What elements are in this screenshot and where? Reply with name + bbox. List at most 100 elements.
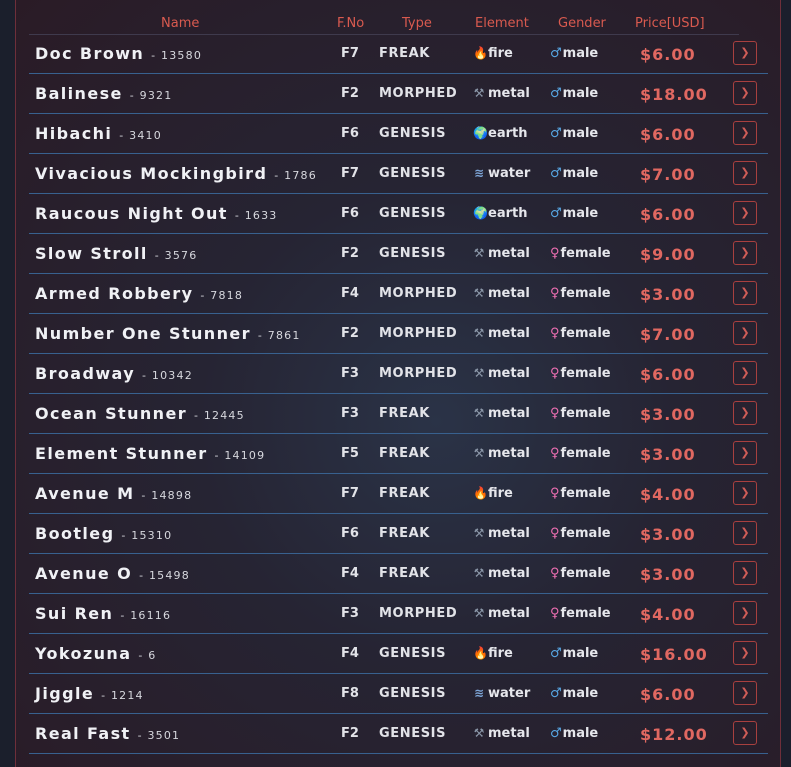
gender-value: male — [562, 126, 599, 141]
header-type[interactable]: Type — [402, 16, 432, 31]
chevron-right-icon: ❯ — [740, 166, 750, 179]
item-title[interactable]: Real Fast — [35, 724, 131, 743]
item-name[interactable]: Broadway - 10342 — [35, 364, 193, 383]
gender-cell: ♀female — [550, 286, 611, 301]
table-row[interactable]: Jiggle - 1214 F8 GENESIS ≋ water ♂male $6… — [29, 674, 768, 714]
item-name[interactable]: Raucous Night Out - 1633 — [35, 204, 278, 223]
type-value: FREAK — [379, 526, 430, 541]
table-row[interactable]: Bootleg - 15310 F6 FREAK ⚒ metal ♀female … — [29, 514, 768, 554]
item-title[interactable]: Hibachi — [35, 124, 112, 143]
item-title[interactable]: Ocean Stunner — [35, 404, 187, 423]
item-name[interactable]: Yokozuna - 6 — [35, 644, 156, 663]
item-title[interactable]: Slow Stroll — [35, 244, 148, 263]
item-name[interactable]: Element Stunner - 14109 — [35, 444, 265, 463]
table-row[interactable]: Yokozuna - 6 F4 GENESIS 🔥fire ♂male $16.… — [29, 634, 768, 674]
header-name[interactable]: Name — [161, 16, 199, 31]
item-title[interactable]: Yokozuna — [35, 644, 131, 663]
item-title[interactable]: Jiggle — [35, 684, 94, 703]
view-details-button[interactable]: ❯ — [733, 161, 757, 185]
item-title[interactable]: Raucous Night Out — [35, 204, 228, 223]
view-details-button[interactable]: ❯ — [733, 561, 757, 585]
element-value: metal — [488, 526, 530, 541]
item-name[interactable]: Doc Brown - 13580 — [35, 44, 202, 63]
view-details-button[interactable]: ❯ — [733, 401, 757, 425]
table-row[interactable]: Balinese - 9321 F2 MORPHED ⚒ metal ♂male … — [29, 74, 768, 114]
item-name[interactable]: Bootleg - 15310 — [35, 524, 172, 543]
view-details-button[interactable]: ❯ — [733, 601, 757, 625]
item-title[interactable]: Broadway — [35, 364, 135, 383]
item-title[interactable]: Bootleg — [35, 524, 114, 543]
item-title[interactable]: Balinese — [35, 84, 123, 103]
view-details-button[interactable]: ❯ — [733, 641, 757, 665]
table-row[interactable]: Slow Stroll - 3576 F2 GENESIS ⚒ metal ♀fe… — [29, 234, 768, 274]
item-title[interactable]: Element Stunner — [35, 444, 207, 463]
table-row[interactable]: Number One Stunner - 7861 F2 MORPHED ⚒ me… — [29, 314, 768, 354]
view-details-button[interactable]: ❯ — [733, 521, 757, 545]
item-title[interactable]: Avenue O — [35, 564, 132, 583]
table-row[interactable]: Vivacious Mockingbird - 1786 F7 GENESIS … — [29, 154, 768, 194]
item-name[interactable]: Vivacious Mockingbird - 1786 — [35, 164, 317, 183]
view-details-button[interactable]: ❯ — [733, 241, 757, 265]
view-details-button[interactable]: ❯ — [733, 121, 757, 145]
item-name[interactable]: Hibachi - 3410 — [35, 124, 162, 143]
female-symbol-icon: ♀ — [550, 366, 560, 381]
fno-value: F6 — [341, 206, 359, 221]
item-name[interactable]: Ocean Stunner - 12445 — [35, 404, 245, 423]
element-cell: ⚒ metal — [473, 526, 530, 541]
item-title[interactable]: Number One Stunner — [35, 324, 251, 343]
table-row[interactable]: Avenue M - 14898 F7 FREAK 🔥fire ♀female … — [29, 474, 768, 514]
view-details-button[interactable]: ❯ — [733, 481, 757, 505]
table-row[interactable]: Avenue O - 15498 F4 FREAK ⚒ metal ♀female… — [29, 554, 768, 594]
view-details-button[interactable]: ❯ — [733, 721, 757, 745]
table-row[interactable]: Sui Ren - 16116 F3 MORPHED ⚒ metal ♀femal… — [29, 594, 768, 634]
fno-value: F2 — [341, 86, 359, 101]
item-name[interactable]: Balinese - 9321 — [35, 84, 172, 103]
item-title[interactable]: Doc Brown — [35, 44, 144, 63]
item-number: - 10342 — [142, 369, 193, 382]
view-details-button[interactable]: ❯ — [733, 441, 757, 465]
item-name[interactable]: Armed Robbery - 7818 — [35, 284, 243, 303]
header-gender[interactable]: Gender — [558, 16, 606, 31]
table-row[interactable]: Real Fast - 3501 F2 GENESIS ⚒ metal ♂male… — [29, 714, 768, 754]
table-row[interactable]: Broadway - 10342 F3 MORPHED ⚒ metal ♀fema… — [29, 354, 768, 394]
element-cell: ≋ water — [473, 166, 530, 181]
fno-value: F6 — [341, 126, 359, 141]
type-value: MORPHED — [379, 86, 458, 101]
table-row[interactable]: Element Stunner - 14109 F5 FREAK ⚒ metal … — [29, 434, 768, 474]
item-name[interactable]: Avenue M - 14898 — [35, 484, 192, 503]
gender-value: female — [560, 406, 611, 421]
header-element[interactable]: Element — [475, 16, 529, 31]
table-row[interactable]: Ocean Stunner - 12445 F3 FREAK ⚒ metal ♀f… — [29, 394, 768, 434]
female-symbol-icon: ♀ — [550, 246, 560, 261]
item-title[interactable]: Sui Ren — [35, 604, 113, 623]
view-details-button[interactable]: ❯ — [733, 321, 757, 345]
item-title[interactable]: Vivacious Mockingbird — [35, 164, 267, 183]
header-fno[interactable]: F.No — [337, 16, 364, 31]
item-title[interactable]: Avenue M — [35, 484, 134, 503]
gender-cell: ♂male — [550, 86, 598, 101]
header-price[interactable]: Price[USD] — [635, 16, 705, 31]
fno-value: F4 — [341, 286, 359, 301]
item-name[interactable]: Number One Stunner - 7861 — [35, 324, 301, 343]
table-row[interactable]: Armed Robbery - 7818 F4 MORPHED ⚒ metal ♀… — [29, 274, 768, 314]
view-details-button[interactable]: ❯ — [733, 41, 757, 65]
price-value: $16.00 — [640, 645, 708, 664]
view-details-button[interactable]: ❯ — [733, 361, 757, 385]
table-row[interactable]: Hibachi - 3410 F6 GENESIS 🌍earth ♂male $… — [29, 114, 768, 154]
item-name[interactable]: Sui Ren - 16116 — [35, 604, 171, 623]
item-name[interactable]: Real Fast - 3501 — [35, 724, 180, 743]
view-details-button[interactable]: ❯ — [733, 681, 757, 705]
listing-panel: Name F.No Type Element Gender Price[USD]… — [15, 0, 781, 767]
price-value: $3.00 — [640, 285, 696, 304]
element-value: metal — [488, 366, 530, 381]
table-row[interactable]: Doc Brown - 13580 F7 FREAK 🔥fire ♂male $… — [29, 34, 768, 74]
table-row[interactable]: Raucous Night Out - 1633 F6 GENESIS 🌍ear… — [29, 194, 768, 234]
item-title[interactable]: Armed Robbery — [35, 284, 193, 303]
view-details-button[interactable]: ❯ — [733, 201, 757, 225]
item-name[interactable]: Avenue O - 15498 — [35, 564, 190, 583]
gender-cell: ♀female — [550, 326, 611, 341]
view-details-button[interactable]: ❯ — [733, 281, 757, 305]
view-details-button[interactable]: ❯ — [733, 81, 757, 105]
item-name[interactable]: Slow Stroll - 3576 — [35, 244, 197, 263]
item-name[interactable]: Jiggle - 1214 — [35, 684, 144, 703]
